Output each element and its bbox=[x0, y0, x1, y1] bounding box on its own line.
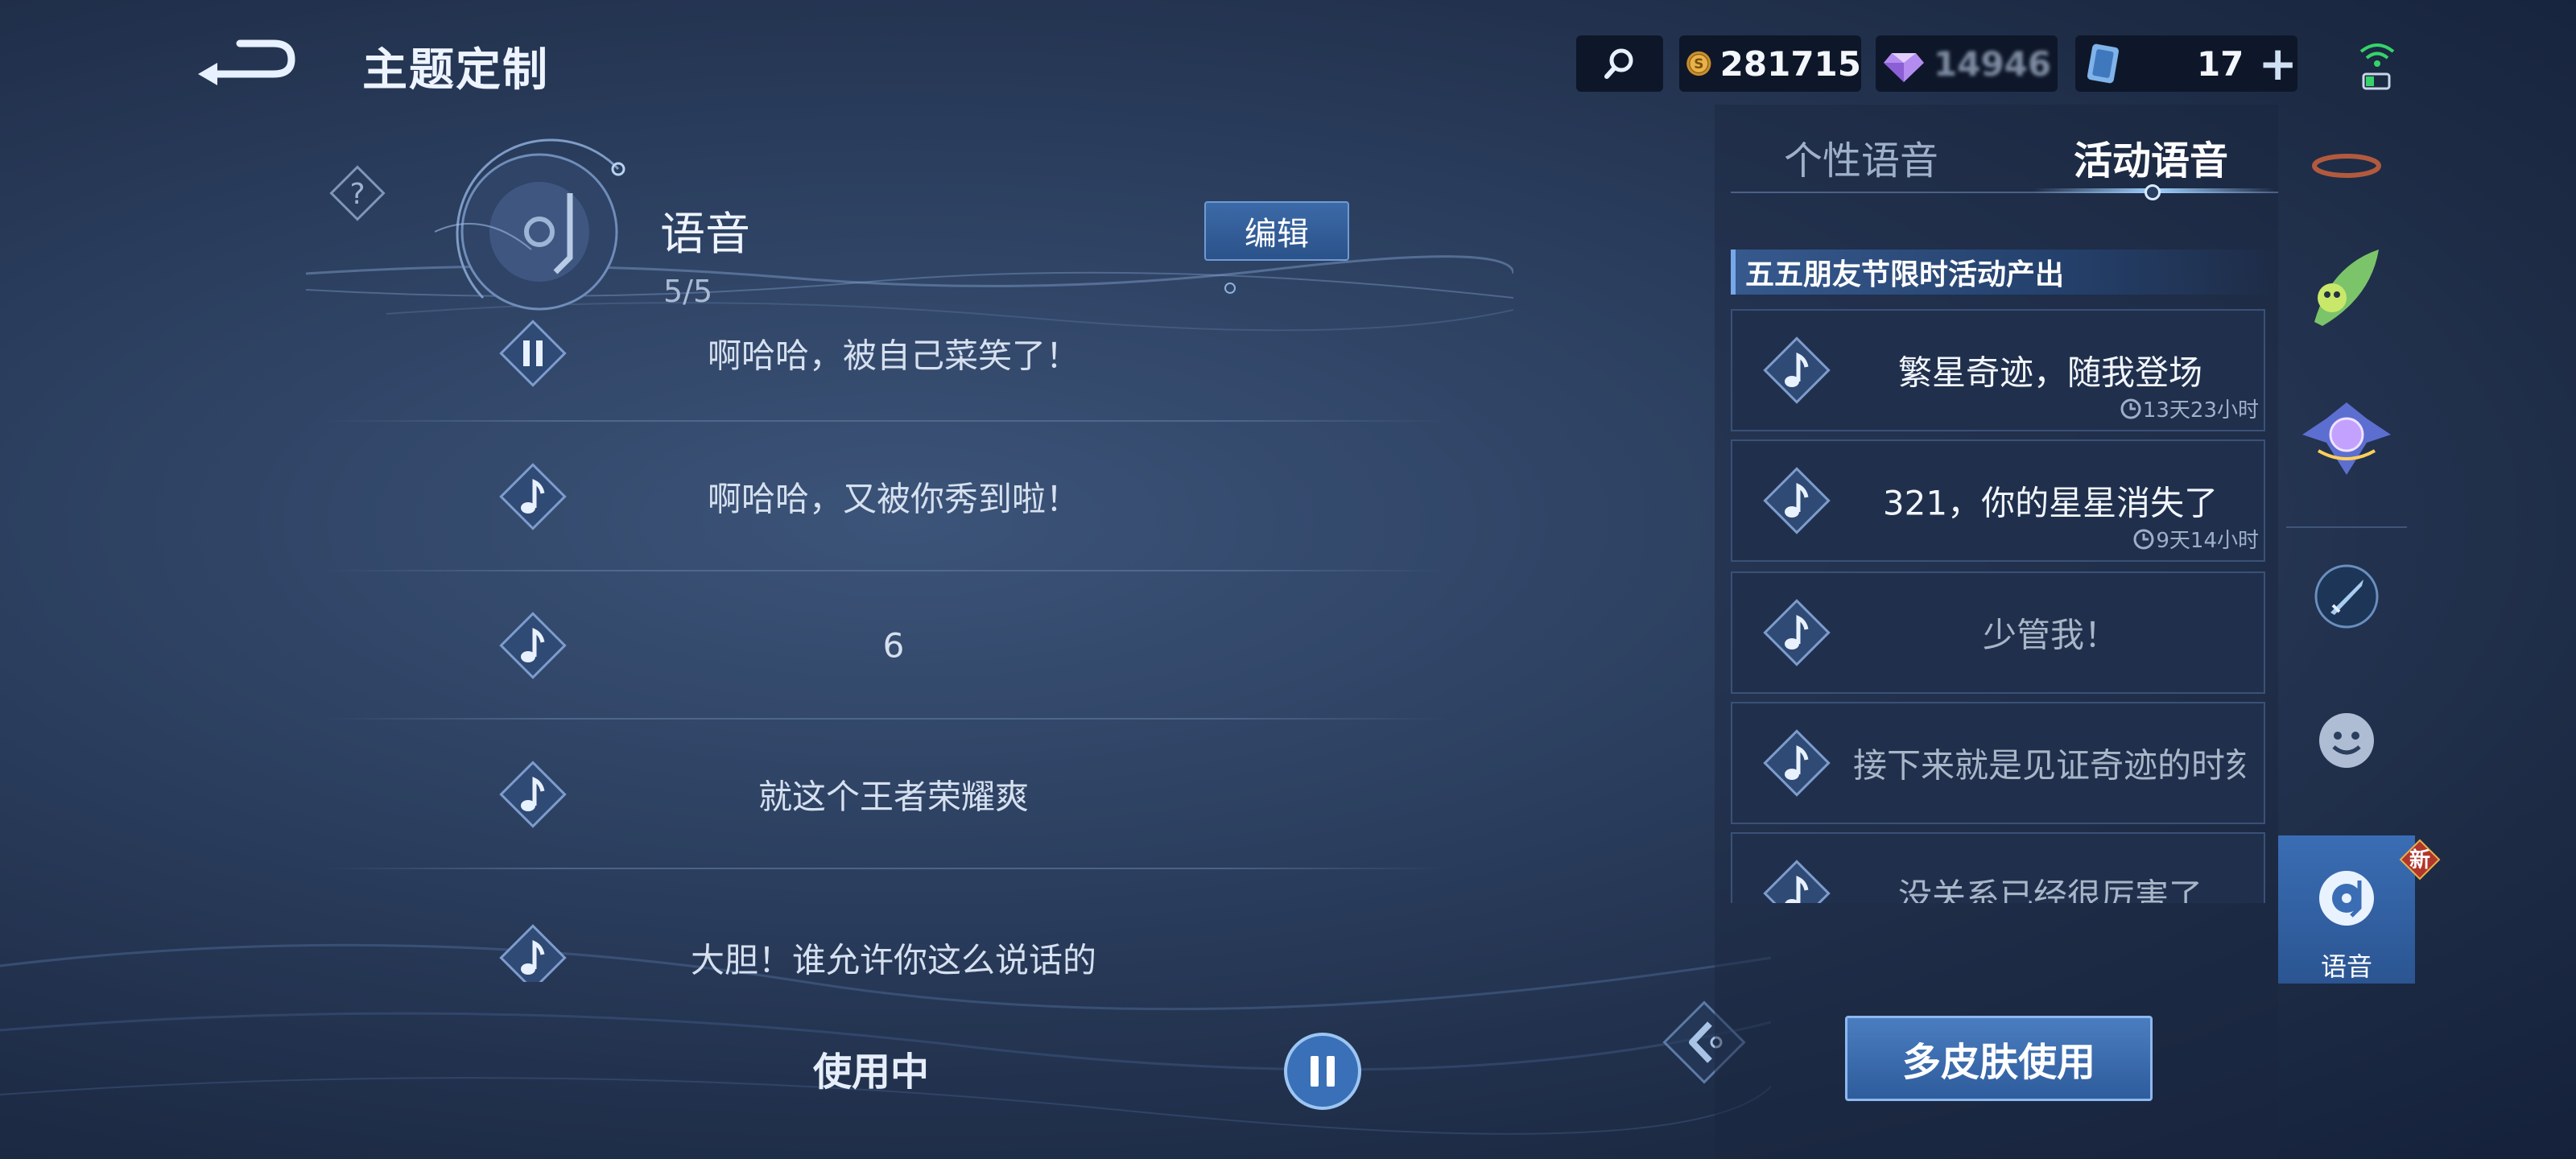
side-nav-voice[interactable]: 语音 bbox=[2278, 835, 2415, 984]
gold-coin-icon: S bbox=[1686, 51, 1711, 76]
activity-voice-item[interactable]: 接下来就是见证奇迹的时刻 bbox=[1731, 702, 2265, 824]
ticket-counter[interactable]: 17 + bbox=[2075, 35, 2297, 92]
music-note-diamond-icon[interactable] bbox=[493, 918, 573, 982]
voice-section-title: 语音 bbox=[660, 208, 750, 261]
voice-disc-icon bbox=[2319, 871, 2374, 926]
timer: 13天23小时 bbox=[2119, 394, 2259, 423]
activity-voice-text: 321，你的星星消失了 bbox=[1882, 483, 2219, 523]
back-arrow-icon[interactable] bbox=[193, 32, 298, 89]
clock-icon bbox=[2120, 398, 2141, 419]
music-note-diamond-icon[interactable] bbox=[493, 456, 573, 537]
leaf-character-icon bbox=[2314, 250, 2379, 326]
voice-list-item[interactable]: 6 bbox=[322, 571, 1449, 720]
side-nav-crest[interactable] bbox=[2278, 394, 2415, 483]
new-badge-icon: 新 bbox=[2399, 839, 2441, 881]
diamond-icon bbox=[1884, 53, 1924, 82]
edit-button[interactable]: 编辑 bbox=[1204, 201, 1349, 261]
side-nav-character[interactable] bbox=[2278, 241, 2415, 338]
voice-list-item[interactable]: 啊哈哈，又被你秀到啦！ bbox=[322, 422, 1449, 571]
gem-value: 14946 bbox=[1934, 43, 2052, 84]
tab-activity-voice[interactable]: 活动语音 bbox=[2074, 129, 2228, 185]
voice-list-item[interactable]: 就这个王者荣耀爽 bbox=[322, 720, 1449, 869]
side-nav-divider bbox=[2286, 526, 2407, 528]
activity-voice-item[interactable]: 321，你的星星消失了 9天14小时 bbox=[1731, 439, 2265, 562]
pause-button-icon[interactable] bbox=[1283, 1032, 1362, 1111]
music-note-diamond-icon bbox=[1763, 336, 1831, 404]
multi-skin-use-button[interactable]: 多皮肤使用 bbox=[1845, 1016, 2153, 1101]
tab-personal-voice[interactable]: 个性语音 bbox=[1784, 129, 1938, 185]
search-button[interactable] bbox=[1576, 35, 1663, 92]
activity-voice-text: 接下来就是见证奇迹的时刻 bbox=[1853, 745, 2248, 786]
ring-icon bbox=[2312, 154, 2381, 178]
voice-item-text: 6 bbox=[882, 625, 905, 666]
voice-item-text: 大胆！谁允许你这么说话的 bbox=[690, 940, 1096, 980]
add-ticket-button[interactable]: + bbox=[2258, 40, 2297, 87]
side-nav-emoji[interactable] bbox=[2278, 708, 2415, 773]
side-nav-voice-label: 语音 bbox=[2320, 951, 2372, 982]
svg-text:S: S bbox=[1694, 56, 1703, 72]
activity-voice-text: 繁星奇迹，随我登场 bbox=[1897, 353, 2202, 393]
voice-list-item[interactable]: 啊哈哈，被自己菜笑了！ bbox=[322, 285, 1449, 422]
activity-voice-item[interactable]: 没关系已经很厉害了 bbox=[1731, 832, 2265, 903]
music-note-diamond-icon bbox=[1763, 467, 1831, 534]
music-note-diamond-icon bbox=[1763, 729, 1831, 797]
voice-item-text: 啊哈哈，被自己菜笑了！ bbox=[707, 336, 1080, 376]
event-banner: 五五朋友节限时活动产出 bbox=[1731, 250, 2280, 295]
coin-value: 281715 bbox=[1719, 43, 1861, 84]
crest-icon bbox=[2302, 402, 2391, 475]
side-nav-ring[interactable] bbox=[2278, 142, 2415, 190]
pause-diamond-icon[interactable] bbox=[493, 313, 573, 394]
activity-voice-text: 没关系已经很厉害了 bbox=[1897, 876, 2202, 904]
svg-text:?: ? bbox=[349, 178, 365, 211]
page-title: 主题定制 bbox=[362, 44, 549, 97]
coin-counter[interactable]: S 281715 bbox=[1679, 35, 1861, 92]
activity-voice-list[interactable]: 繁星奇迹，随我登场 13天23小时 321，你的星星消失了 9天14小时 少管我… bbox=[1731, 309, 2267, 903]
timer-text: 13天23小时 bbox=[2142, 398, 2259, 423]
sword-icon bbox=[2314, 564, 2379, 629]
voice-list-item[interactable]: 大胆！谁允许你这么说话的 bbox=[322, 869, 1449, 982]
active-tab-dot bbox=[2145, 184, 2161, 200]
activity-voice-text: 少管我！ bbox=[1982, 615, 2118, 655]
wifi-battery-icon bbox=[2359, 43, 2395, 90]
side-nav-sword[interactable] bbox=[2278, 560, 2415, 633]
emoji-icon bbox=[2319, 713, 2374, 768]
activity-voice-item[interactable]: 少管我！ bbox=[1731, 571, 2265, 694]
gem-counter[interactable]: 14946 bbox=[1876, 35, 2058, 92]
voice-item-text: 啊哈哈，又被你秀到啦！ bbox=[707, 479, 1080, 519]
ticket-value: 17 bbox=[2196, 43, 2244, 84]
new-badge-text: 新 bbox=[2409, 848, 2430, 872]
in-use-status: 使用中 bbox=[813, 1050, 930, 1095]
activity-voice-item[interactable]: 繁星奇迹，随我登场 13天23小时 bbox=[1731, 309, 2265, 431]
timer: 9天14小时 bbox=[2132, 524, 2259, 554]
timer-text: 9天14小时 bbox=[2156, 529, 2259, 553]
ticket-card-icon bbox=[2087, 43, 2120, 84]
help-icon[interactable]: ? bbox=[325, 161, 390, 225]
voice-item-text: 就这个王者荣耀爽 bbox=[758, 777, 1029, 817]
music-note-diamond-icon bbox=[1763, 599, 1831, 666]
music-note-diamond-icon[interactable] bbox=[493, 754, 573, 835]
music-note-diamond-icon[interactable] bbox=[493, 605, 573, 686]
search-icon bbox=[1604, 48, 1633, 79]
clock-icon bbox=[2133, 529, 2154, 549]
music-note-diamond-icon bbox=[1763, 860, 1831, 903]
